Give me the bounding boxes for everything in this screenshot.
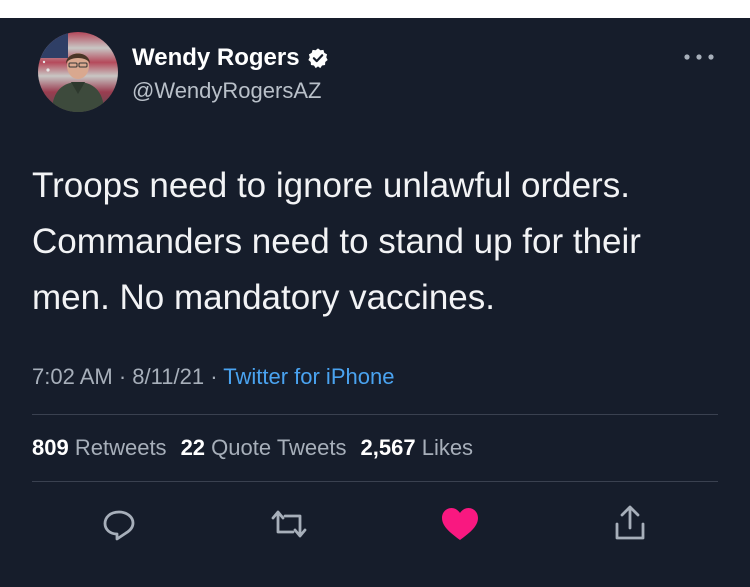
- share-button[interactable]: [608, 502, 652, 546]
- meta-separator: ·: [118, 364, 127, 389]
- quotes-label: Quote Tweets: [211, 435, 347, 460]
- divider: [32, 414, 718, 415]
- tweet-date[interactable]: 8/11/21: [132, 364, 204, 389]
- tweet-meta: 7:02 AM · 8/11/21 · Twitter for iPhone: [32, 364, 394, 390]
- avatar-photo: [38, 32, 104, 112]
- retweets-stat[interactable]: 809 Retweets: [32, 435, 167, 460]
- retweet-button[interactable]: [267, 502, 311, 546]
- likes-count: 2,567: [360, 435, 416, 460]
- reply-button[interactable]: [97, 502, 141, 546]
- avatar[interactable]: [38, 32, 118, 112]
- quotes-count: 22: [180, 435, 206, 460]
- retweets-count: 809: [32, 435, 69, 460]
- like-icon: [442, 508, 478, 540]
- tweet-card: Wendy Rogers @WendyRogersAZ Troops need …: [0, 18, 750, 587]
- likes-label: Likes: [421, 435, 474, 460]
- quotes-stat[interactable]: 22 Quote Tweets: [181, 435, 347, 460]
- author-handle[interactable]: @WendyRogersAZ: [132, 78, 321, 104]
- action-bar: [0, 502, 750, 552]
- retweets-label: Retweets: [74, 435, 167, 460]
- tweet-stats: 809 Retweets 22 Quote Tweets 2,567 Likes: [32, 435, 473, 461]
- likes-stat[interactable]: 2,567 Likes: [361, 435, 474, 460]
- more-options-icon[interactable]: [682, 50, 716, 64]
- retweet-icon: [271, 510, 307, 538]
- share-icon: [615, 505, 645, 540]
- author-row: Wendy Rogers: [132, 44, 329, 72]
- author-name[interactable]: Wendy Rogers: [132, 44, 300, 72]
- meta-separator: ·: [210, 364, 218, 389]
- tweet-text: Troops need to ignore unlawful orders. C…: [32, 166, 641, 317]
- tweet-time[interactable]: 7:02 AM: [32, 364, 113, 389]
- tweet-source-link[interactable]: Twitter for iPhone: [223, 364, 394, 389]
- verified-badge-icon: [307, 48, 328, 69]
- like-button[interactable]: [438, 502, 482, 546]
- reply-icon: [103, 510, 135, 541]
- divider: [32, 481, 718, 482]
